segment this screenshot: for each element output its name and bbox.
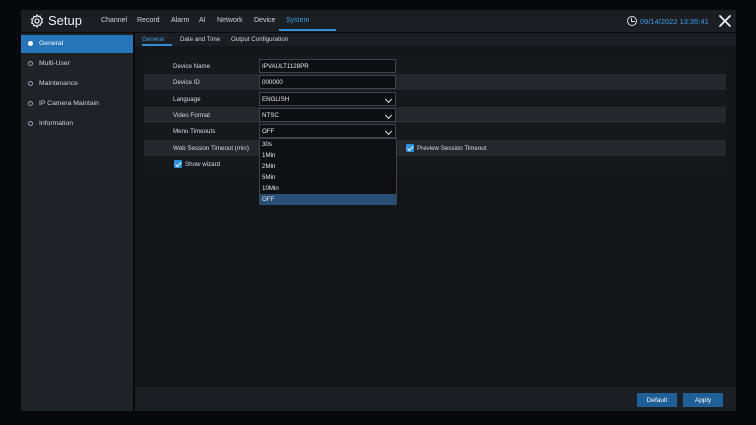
dropdown-option-10min[interactable]: 10Min [260,183,396,194]
device-id-label: Device ID [173,78,200,86]
bullet-icon [28,81,33,86]
sidebar: General Multi-User Maintenance IP Camera… [21,33,133,411]
video-format-value: NTSC [262,112,279,119]
general-settings-form: Device Name IPVAULT1128PR Device ID 0000… [144,56,726,176]
language-select[interactable]: ENGLISH [259,92,396,106]
video-format-row: Video Format NTSC [144,107,726,123]
menu-timeouts-select[interactable]: OFF [259,124,396,138]
chevron-down-icon [384,127,393,135]
device-id-value: 000000 [262,79,283,86]
bullet-icon [28,101,33,106]
tab-date-and-time[interactable]: Date and Time [180,36,220,43]
device-id-input[interactable]: 000000 [259,75,396,89]
device-name-input[interactable]: IPVAULT1128PR [259,59,396,73]
sidebar-item-label: Multi-User [39,60,70,67]
sidebar-item-label: IP Camera Maintain [39,100,99,107]
chevron-down-icon [384,111,393,119]
nav-system[interactable]: System [286,17,309,24]
apply-button[interactable]: Apply [683,393,723,407]
sidebar-item-label: General [39,40,64,47]
dropdown-option-label: 10Min [262,185,279,192]
dropdown-option-label: 1Min [262,152,276,159]
bullet-icon [28,61,33,66]
tab-output-configuration[interactable]: Output Configuration [231,36,288,43]
chevron-down-icon [384,95,393,103]
web-session-timeout-label: Web Session Timeout (min) [173,144,249,152]
dropdown-option-label: 2Min [262,163,276,170]
dropdown-option-label: 30s [262,141,272,148]
sidebar-item-information[interactable]: Information [21,115,133,133]
page-title: Setup [48,13,82,28]
menu-timeouts-dropdown: 30s 1Min 2Min 5Min 10Min OFF [259,138,397,205]
video-format-label: Video Format [173,111,211,119]
menu-timeouts-value: OFF [262,128,275,135]
nav-device[interactable]: Device [254,17,275,24]
menu-timeouts-row: Menu Timeouts OFF [144,123,726,139]
show-wizard-label: Show wizard [185,160,221,168]
bullet-icon [28,121,33,126]
sidebar-item-label: Maintenance [39,80,78,87]
dropdown-option-off[interactable]: OFF [260,194,396,205]
clock-icon [627,16,637,26]
gear-icon [30,14,44,28]
sidebar-item-maintenance[interactable]: Maintenance [21,75,133,93]
dropdown-option-5min[interactable]: 5Min [260,172,396,183]
show-wizard-checkbox[interactable] [174,160,182,168]
preview-session-timeout-checkbox[interactable] [406,144,414,152]
default-button[interactable]: Default [637,393,677,407]
bullet-icon [28,41,33,46]
device-name-label: Device Name [173,62,211,70]
nav-ai[interactable]: AI [199,17,206,24]
language-row: Language ENGLISH [144,91,726,107]
device-id-row: Device ID 000000 [144,74,726,90]
footer-bar: Default Apply [135,387,736,411]
close-icon[interactable] [718,14,732,28]
tab-general[interactable]: General [142,36,164,43]
dropdown-option-1min[interactable]: 1Min [260,150,396,161]
dropdown-option-label: OFF [262,196,275,203]
device-name-value: IPVAULT1128PR [262,63,309,70]
tab-active-indicator [142,44,172,46]
language-label: Language [173,95,201,103]
sidebar-item-multi-user[interactable]: Multi-User [21,55,133,73]
nav-active-indicator [279,29,336,31]
show-wizard-row: Show wizard [144,157,726,173]
dropdown-option-30s[interactable]: 30s [260,139,396,150]
sidebar-item-label: Information [39,120,74,127]
video-format-select[interactable]: NTSC [259,108,396,122]
nav-alarm[interactable]: Alarm [171,17,189,24]
nav-network[interactable]: Network [217,17,243,24]
language-value: ENGLISH [262,96,290,103]
nav-channel[interactable]: Channel [101,17,127,24]
sidebar-item-ip-camera-maintain[interactable]: IP Camera Maintain [21,95,133,113]
sidebar-item-general[interactable]: General [21,35,133,53]
menu-timeouts-label: Menu Timeouts [173,127,216,135]
web-session-timeout-row: Web Session Timeout (min) Preview Sessio… [144,140,726,156]
nav-record[interactable]: Record [137,17,160,24]
main-panel: General Date and Time Output Configurati… [135,33,736,411]
top-bar: Setup Channel Record Alarm AI Network De… [21,10,736,32]
datetime-display: 09/14/2022 13:35:41 [640,17,709,26]
dropdown-option-2min[interactable]: 2Min [260,161,396,172]
preview-session-timeout-label: Preview Session Timeout [417,144,487,152]
device-name-row: Device Name IPVAULT1128PR [144,58,726,74]
dropdown-option-label: 5Min [262,174,276,181]
subtab-bar: General Date and Time Output Configurati… [135,33,736,46]
